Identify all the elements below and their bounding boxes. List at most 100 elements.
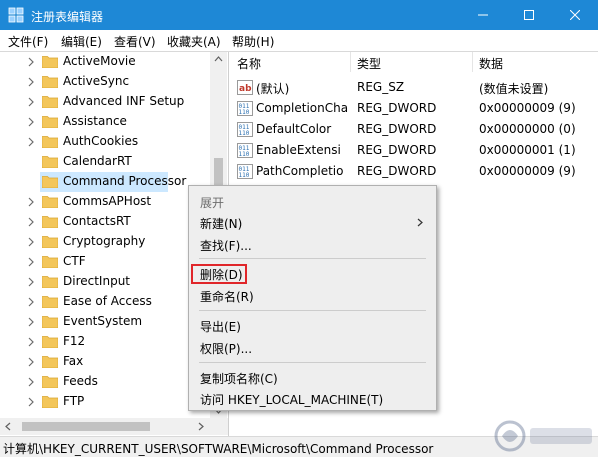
table-row[interactable]: 011 110 DefaultColor REG_DWORD 0x0000000… — [231, 119, 598, 140]
tree-item[interactable]: Advanced INF Setup — [0, 92, 210, 112]
tree-item[interactable]: ActiveSync — [0, 72, 210, 92]
folder-icon — [42, 216, 58, 228]
tree-horizontal-scrollbar[interactable] — [0, 418, 228, 435]
menu-item-label: 查找(F)... — [200, 239, 252, 253]
expand-arrow-icon[interactable] — [26, 317, 36, 327]
tree-item[interactable]: F12 — [0, 332, 210, 352]
folder-icon — [42, 56, 58, 68]
menu-item-label: 访问 HKEY_LOCAL_MACHINE(T) — [200, 393, 384, 407]
expand-arrow-icon[interactable] — [26, 117, 36, 127]
value-data: (数值未设置) — [479, 82, 549, 96]
tree-item[interactable]: EventSystem — [0, 312, 210, 332]
menu-item-label: 展开 — [200, 196, 225, 210]
folder-icon — [42, 116, 58, 128]
registry-editor-icon — [8, 7, 24, 23]
scroll-right-icon[interactable] — [198, 422, 204, 431]
binary-value-icon: 011 110 — [237, 101, 253, 116]
folder-icon — [42, 96, 58, 108]
tree-item[interactable]: CommsAPHost — [0, 192, 210, 212]
tree-item[interactable]: CTF — [0, 252, 210, 272]
tree-item[interactable]: Ease of Access — [0, 292, 210, 312]
window-title: 注册表编辑器 — [31, 10, 104, 24]
expand-arrow-icon[interactable] — [26, 377, 36, 387]
tree-item[interactable]: ContactsRT — [0, 212, 210, 232]
expand-arrow-icon[interactable] — [26, 197, 36, 207]
expand-arrow-icon[interactable] — [26, 297, 36, 307]
minimize-button[interactable] — [460, 0, 506, 30]
menu-file[interactable]: 文件(F) — [8, 33, 48, 50]
tree-item-label: CommsAPHost — [63, 194, 152, 208]
expand-arrow-icon[interactable] — [26, 397, 36, 407]
folder-icon — [42, 196, 58, 208]
folder-icon — [42, 396, 58, 408]
close-button[interactable] — [552, 0, 598, 30]
table-row[interactable]: 011 110 EnableExtensi REG_DWORD 0x000000… — [231, 140, 598, 161]
menu-separator — [199, 258, 426, 259]
expand-arrow-icon[interactable] — [26, 217, 36, 227]
tree-item[interactable]: Assistance — [0, 112, 210, 132]
expand-arrow-icon[interactable] — [26, 257, 36, 267]
tree-item-label: EventSystem — [63, 314, 143, 328]
context-menu-item-find[interactable]: 查找(F)... — [189, 233, 436, 255]
status-path: 计算机\HKEY_CURRENT_USER\SOFTWARE\Microsoft… — [3, 442, 434, 456]
menu-view[interactable]: 查看(V) — [114, 33, 156, 50]
scroll-up-icon[interactable] — [214, 56, 223, 62]
value-type: REG_SZ — [357, 80, 405, 94]
menu-favorites[interactable]: 收藏夹(A) — [167, 33, 221, 50]
tree-item[interactable]: Cryptography — [0, 232, 210, 252]
tree-item[interactable]: AuthCookies — [0, 132, 210, 152]
context-menu-item-rename[interactable]: 重命名(R) — [189, 284, 436, 306]
binary-value-icon: 011 110 — [237, 122, 253, 137]
expand-arrow-icon[interactable] — [26, 57, 36, 67]
context-menu-item-copy-key-name[interactable]: 复制项名称(C) — [189, 366, 436, 388]
value-name: PathCompletio — [256, 164, 344, 178]
expand-arrow-icon[interactable] — [26, 337, 36, 347]
expand-arrow-icon[interactable] — [26, 97, 36, 107]
value-data: 0x00000001 (1) — [479, 143, 576, 157]
value-name: EnableExtensi — [256, 143, 341, 157]
tree-item-label: DirectInput — [63, 274, 131, 288]
scroll-left-icon[interactable] — [5, 422, 11, 431]
value-data: 0x00000009 (9) — [479, 164, 576, 178]
tree-item-selected[interactable]: Command Processor — [40, 172, 186, 192]
tree-item-label: CTF — [63, 254, 86, 268]
menu-edit[interactable]: 编辑(E) — [61, 33, 102, 50]
tree-item-label: Fax — [63, 354, 84, 368]
expand-arrow-icon[interactable] — [26, 77, 36, 87]
menu-item-label: 新建(N) — [200, 217, 243, 231]
tree-item[interactable]: Feeds — [0, 372, 210, 392]
svg-text:110: 110 — [239, 130, 250, 137]
context-menu-item-export[interactable]: 导出(E) — [189, 314, 436, 336]
tree-item-label: FTP — [63, 394, 85, 408]
expand-arrow-icon[interactable] — [26, 357, 36, 367]
expand-arrow-icon[interactable] — [26, 137, 36, 147]
table-row[interactable]: 011 110 PathCompletio REG_DWORD 0x000000… — [231, 161, 598, 182]
context-menu-item-delete[interactable]: 删除(D) — [189, 262, 436, 284]
tree-item[interactable]: ActiveMovie — [0, 52, 210, 72]
string-value-icon: ab — [237, 80, 253, 95]
expand-arrow-icon[interactable] — [26, 237, 36, 247]
minimize-icon — [478, 14, 488, 16]
table-row[interactable]: 011 110 CompletionChar REG_DWORD 0x00000… — [231, 98, 598, 119]
context-menu-item-goto-hklm[interactable]: 访问 HKEY_LOCAL_MACHINE(T) — [189, 387, 436, 409]
tree-item-label: Cryptography — [63, 234, 146, 248]
context-menu-item-permissions[interactable]: 权限(P)... — [189, 336, 436, 358]
table-row[interactable]: ab (默认) REG_SZ (数值未设置) — [231, 77, 598, 98]
tree-item[interactable]: DirectInput — [0, 272, 210, 292]
tree-item[interactable]: FTP — [0, 392, 210, 412]
folder-icon — [42, 136, 58, 148]
column-header-data[interactable]: 数据 — [473, 52, 598, 72]
tree-item-label: ActiveSync — [63, 74, 130, 88]
folder-icon — [42, 376, 58, 388]
maximize-button[interactable] — [506, 0, 552, 30]
menu-help[interactable]: 帮助(H) — [232, 33, 274, 50]
tree-item[interactable]: Fax — [0, 352, 210, 372]
menu-item-label: 删除(D) — [200, 268, 243, 282]
column-header-name[interactable]: 名称 — [231, 52, 351, 72]
scroll-thumb[interactable] — [22, 422, 150, 431]
tree-item[interactable]: CalendarRT — [0, 152, 210, 172]
context-menu-item-new[interactable]: 新建(N) — [189, 211, 436, 233]
expand-arrow-icon[interactable] — [26, 277, 36, 287]
column-header-type[interactable]: 类型 — [351, 52, 473, 72]
folder-icon — [42, 276, 58, 288]
